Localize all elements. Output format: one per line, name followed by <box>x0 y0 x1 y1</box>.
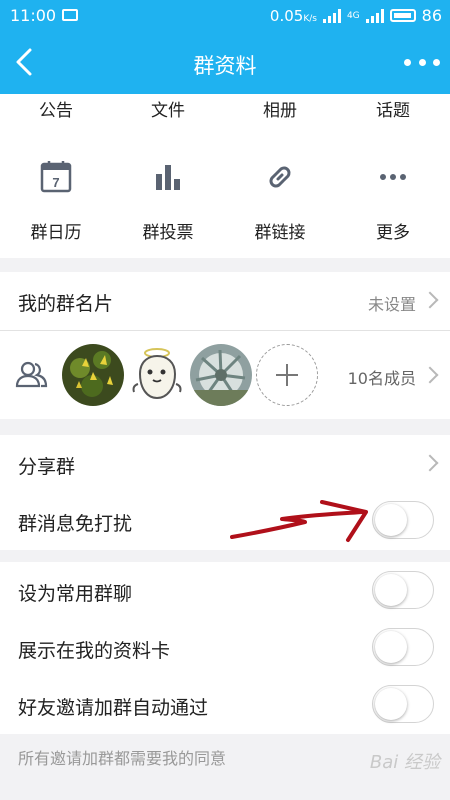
more-menu-icon[interactable] <box>404 50 440 74</box>
group-card-label: 我的群名片 <box>18 293 114 315</box>
tab-announcement[interactable]: 公告 <box>0 96 112 121</box>
group-card-value: 未设置 <box>367 295 416 314</box>
calendar-icon: 7 <box>40 161 72 193</box>
show-on-profile-label: 展示在我的资料卡 <box>18 640 171 662</box>
frequent-chat-toggle[interactable] <box>372 571 434 609</box>
member-avatar-3[interactable] <box>190 344 252 406</box>
member-avatar-1[interactable] <box>62 344 124 406</box>
chevron-right-icon <box>421 454 439 472</box>
more-dots-icon <box>380 174 406 180</box>
link-icon <box>269 166 291 188</box>
tool-link[interactable]: 群链接 <box>224 160 336 243</box>
tool-vote[interactable]: 群投票 <box>112 160 224 243</box>
show-on-profile-toggle[interactable] <box>372 628 434 666</box>
add-member-button[interactable] <box>256 344 318 406</box>
auto-approve-row: 好友邀请加群自动通过 <box>0 676 450 734</box>
svg-text:7: 7 <box>52 175 59 190</box>
members-icon <box>15 361 48 388</box>
signal-icon <box>322 8 341 23</box>
member-count: 10名成员 <box>347 369 416 388</box>
tab-files[interactable]: 文件 <box>112 96 224 121</box>
tool-label: 群链接 <box>254 223 306 243</box>
bar-chart-icon <box>156 165 180 190</box>
frequent-chat-row: 设为常用群聊 <box>0 562 450 620</box>
tool-label: 更多 <box>376 223 410 243</box>
watermark: Bai 经验 <box>369 752 440 773</box>
tool-calendar[interactable]: 7 群日历 <box>0 160 112 243</box>
auto-approve-toggle[interactable] <box>372 685 434 723</box>
network-type: 4G <box>346 10 360 21</box>
auto-approve-label: 好友邀请加群自动通过 <box>18 697 209 719</box>
battery-level: 86 <box>421 6 442 25</box>
share-group-label: 分享群 <box>18 456 76 478</box>
plus-icon <box>276 364 298 386</box>
mute-messages-label: 群消息免打扰 <box>18 513 133 535</box>
frequent-chat-label: 设为常用群聊 <box>18 583 133 605</box>
status-indicators: 0.05K/s 4G 86 <box>270 6 442 25</box>
invite-footnote: 所有邀请加群都需要我的同意 <box>18 749 227 768</box>
tab-topics[interactable]: 话题 <box>337 96 449 121</box>
chevron-right-icon <box>421 291 439 309</box>
tool-more[interactable]: 更多 <box>337 160 449 243</box>
share-group-row[interactable]: 分享群 <box>0 435 450 493</box>
member-avatar-2[interactable] <box>126 344 188 406</box>
tool-label: 群日历 <box>30 223 82 243</box>
tab-album[interactable]: 相册 <box>224 96 336 121</box>
network-speed: 0.05K/s <box>269 6 317 25</box>
status-bar: 11:00 0.05K/s 4G 86 <box>0 0 450 32</box>
mute-messages-row: 群消息免打扰 <box>0 492 450 550</box>
battery-icon <box>389 9 416 22</box>
nav-bar: 群资料 <box>0 32 450 94</box>
chevron-right-icon <box>421 366 439 384</box>
mute-messages-toggle[interactable] <box>372 501 434 539</box>
show-on-profile-row: 展示在我的资料卡 <box>0 619 450 677</box>
signal-icon-2 <box>365 8 384 23</box>
group-card-row[interactable]: 我的群名片 未设置 <box>0 272 450 330</box>
tool-label: 群投票 <box>142 223 194 243</box>
image-notification-icon <box>62 9 78 21</box>
page-title: 群资料 <box>193 54 257 78</box>
status-time: 11:00 <box>10 6 57 25</box>
